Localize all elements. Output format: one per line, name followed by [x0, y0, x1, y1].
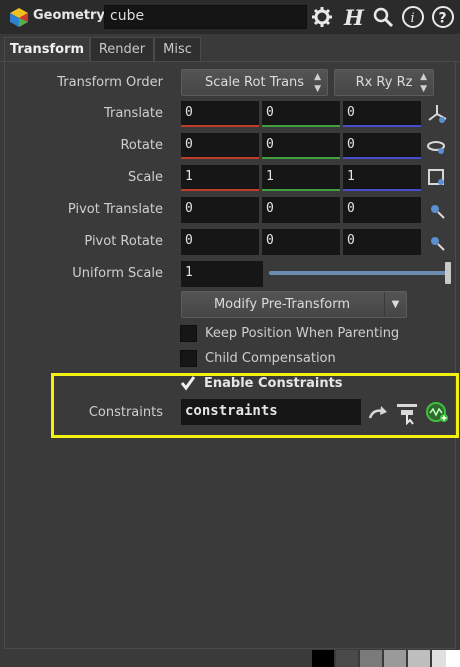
dropdown-arrow-icon: ▼ — [384, 292, 406, 317]
translate-z-value: 0 — [347, 105, 355, 120]
translate-x-field[interactable]: 0 — [181, 101, 259, 127]
uniform-scale-label: Uniform Scale — [72, 266, 163, 281]
scale-z-field[interactable]: 1 — [343, 165, 421, 191]
uniform-scale-slider-handle[interactable] — [445, 262, 451, 284]
translate-z-field[interactable]: 0 — [343, 101, 421, 127]
rotate-y-field[interactable]: 0 — [262, 133, 340, 159]
transform-order-label: Transform Order — [57, 75, 163, 90]
child-compensation-label: Child Compensation — [205, 351, 336, 366]
rotate-z-value: 0 — [347, 137, 355, 152]
svg-text:H: H — [343, 5, 365, 29]
child-compensation-checkbox[interactable] — [180, 350, 197, 367]
houdini-h-icon[interactable]: H — [341, 5, 365, 29]
rotate-y-value: 0 — [266, 137, 274, 152]
search-icon[interactable] — [371, 5, 395, 29]
pretransform-menu[interactable]: Modify Pre-Transform ▼ — [181, 291, 407, 318]
pretransform-menu-value: Modify Pre-Transform — [213, 297, 351, 312]
help-icon[interactable]: ? — [431, 5, 455, 29]
scale-y-value: 1 — [266, 169, 274, 184]
color-swatch[interactable] — [384, 650, 406, 667]
constraints-highlight-box — [51, 373, 459, 438]
info-icon[interactable]: i — [401, 5, 425, 29]
node-name-field[interactable]: cube — [104, 5, 307, 29]
uniform-scale-value: 1 — [185, 265, 193, 280]
pivot-handle-icon[interactable] — [426, 200, 448, 222]
pivot-translate-y-field[interactable]: 0 — [262, 197, 340, 223]
color-swatch[interactable] — [312, 650, 334, 667]
tab-render[interactable]: Render — [90, 37, 154, 62]
scale-x-field[interactable]: 1 — [181, 165, 259, 191]
rotate-order-menu[interactable]: Rx Ry Rz ▲ ▼ — [334, 69, 434, 96]
pivot-translate-x-value: 0 — [185, 201, 193, 216]
translate-label: Translate — [103, 106, 163, 121]
rotate-z-field[interactable]: 0 — [343, 133, 421, 159]
pivot-rotate-label: Pivot Rotate — [84, 234, 163, 249]
node-type-label: Geometry — [33, 8, 105, 23]
pivot-translate-x-field[interactable]: 0 — [181, 197, 259, 223]
uniform-scale-slider[interactable] — [269, 271, 447, 275]
tab-transform[interactable]: Transform — [4, 37, 90, 62]
color-swatch[interactable] — [408, 650, 430, 667]
scale-z-value: 1 — [347, 169, 355, 184]
svg-text:i: i — [411, 11, 415, 26]
translate-y-field[interactable]: 0 — [262, 101, 340, 127]
updown-arrow-icon: ▲ ▼ — [314, 72, 321, 94]
rotate-x-value: 0 — [185, 137, 193, 152]
pivot-translate-label: Pivot Translate — [67, 202, 163, 217]
gear-icon[interactable] — [310, 5, 334, 29]
pivot-rotate-y-field[interactable]: 0 — [262, 229, 340, 255]
rotate-x-field[interactable]: 0 — [181, 133, 259, 159]
scale-y-field[interactable]: 1 — [262, 165, 340, 191]
rotate-order-value: Rx Ry Rz — [355, 75, 413, 90]
pivot-rotate-z-field[interactable]: 0 — [343, 229, 421, 255]
translate-x-value: 0 — [185, 105, 193, 120]
parameter-header: Geometry cube H i ? — [0, 0, 460, 34]
tab-misc[interactable]: Misc — [154, 37, 201, 62]
transform-order-value: Scale Rot Trans — [204, 75, 305, 90]
color-swatch[interactable] — [432, 650, 446, 667]
scale-handle-icon[interactable] — [426, 167, 448, 189]
pivot-translate-z-field[interactable]: 0 — [343, 197, 421, 223]
pivot-rotate-y-value: 0 — [266, 233, 274, 248]
keep-position-label: Keep Position When Parenting — [205, 326, 400, 341]
pivot-rotate-z-value: 0 — [347, 233, 355, 248]
pivot-rotate-handle-icon[interactable] — [426, 232, 448, 254]
pivot-translate-y-value: 0 — [266, 201, 274, 216]
rotate-label: Rotate — [120, 138, 163, 153]
pivot-rotate-x-field[interactable]: 0 — [181, 229, 259, 255]
color-swatch[interactable] — [336, 650, 358, 667]
geometry-node-icon[interactable] — [7, 5, 31, 29]
scale-x-value: 1 — [185, 169, 193, 184]
translate-handle-icon[interactable] — [426, 103, 448, 125]
color-swatch[interactable] — [360, 650, 382, 667]
color-swatch[interactable] — [446, 650, 460, 667]
scale-label: Scale — [128, 170, 163, 185]
translate-y-value: 0 — [266, 105, 274, 120]
pivot-translate-z-value: 0 — [347, 201, 355, 216]
uniform-scale-field[interactable]: 1 — [181, 261, 263, 287]
rotate-handle-icon[interactable] — [426, 136, 448, 158]
svg-text:?: ? — [439, 11, 447, 27]
transform-order-menu[interactable]: Scale Rot Trans ▲ ▼ — [181, 69, 328, 96]
pivot-rotate-x-value: 0 — [185, 233, 193, 248]
keep-position-checkbox[interactable] — [180, 325, 197, 342]
updown-arrow-icon: ▲ ▼ — [420, 72, 427, 94]
